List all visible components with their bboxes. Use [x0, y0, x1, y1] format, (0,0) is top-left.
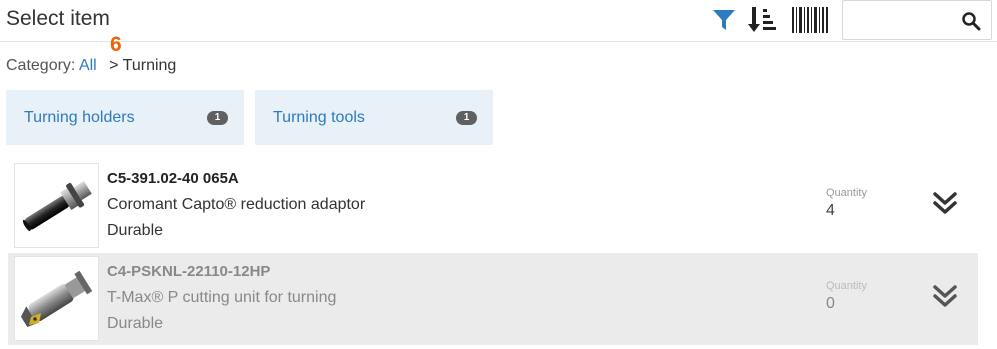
quantity-value: 4: [826, 202, 835, 219]
category-turning-tools[interactable]: Turning tools 1: [255, 90, 493, 145]
breadcrumb-prefix: Category:: [6, 57, 76, 74]
category-count-badge: 1: [456, 111, 477, 125]
quantity-label: Quantity: [826, 280, 867, 292]
search-icon[interactable]: [961, 11, 981, 31]
page-title: Select item: [6, 7, 110, 30]
item-life: Durable: [107, 222, 164, 239]
header-bar: Select item: [0, 0, 997, 42]
item-code: C5-391.02-40 065A: [107, 170, 239, 187]
item-description: Coromant Capto® reduction adaptor: [107, 196, 366, 213]
sort-icon[interactable]: [748, 6, 778, 34]
breadcrumb-separator: >: [109, 57, 119, 74]
list-item[interactable]: C5-391.02-40 065A Coromant Capto® reduct…: [8, 160, 978, 252]
barcode-icon[interactable]: [791, 6, 829, 34]
step-number: 6: [110, 33, 122, 56]
breadcrumb-link-all[interactable]: All: [79, 57, 97, 74]
quantity-value: 0: [826, 295, 835, 312]
category-label: Turning holders: [24, 109, 135, 126]
chevron-double-down-icon[interactable]: [930, 188, 960, 218]
search-box: [842, 0, 992, 40]
breadcrumb-current: Turning: [122, 57, 177, 74]
category-label: Turning tools: [273, 109, 365, 126]
search-input[interactable]: [849, 7, 961, 35]
reduction-adaptor-image: [14, 163, 99, 248]
list-item[interactable]: C4-PSKNL-22110-12HP T-Max® P cutting uni…: [8, 253, 978, 345]
category-count-badge: 1: [207, 111, 228, 125]
category-turning-holders[interactable]: Turning holders 1: [6, 90, 244, 145]
filter-icon[interactable]: [710, 6, 738, 34]
breadcrumb: Category: All > Turning: [6, 57, 176, 75]
cutting-unit-image: [14, 256, 99, 341]
chevron-double-down-icon[interactable]: [930, 281, 960, 311]
item-code: C4-PSKNL-22110-12HP: [107, 263, 271, 280]
item-life: Durable: [107, 315, 164, 332]
quantity-label: Quantity: [826, 187, 867, 199]
item-description: T-Max® P cutting unit for turning: [107, 289, 337, 306]
